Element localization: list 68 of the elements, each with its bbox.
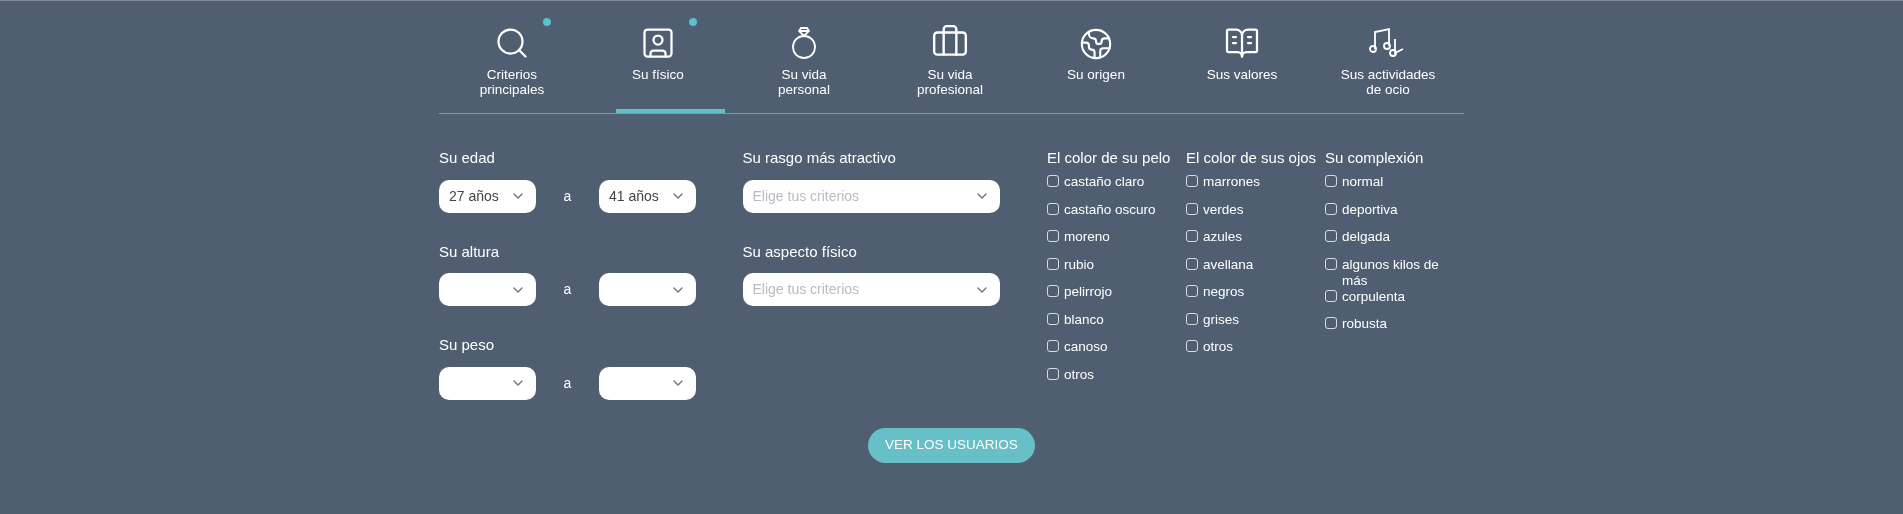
category-tab[interactable]: Su origen: [1023, 1, 1169, 113]
group-title: Su complexión: [1325, 148, 1425, 168]
globe-icon: [1079, 27, 1113, 61]
option-label: castaño claro: [1064, 174, 1146, 190]
field-label: Su edad: [439, 148, 496, 168]
option-label: corpulenta: [1342, 288, 1407, 305]
category-tab[interactable]: Su vida personal: [731, 1, 877, 113]
option-label: otros: [1203, 339, 1234, 355]
option-label: grises: [1203, 311, 1240, 328]
range-separator: a: [562, 186, 573, 206]
portrait-icon: [640, 25, 676, 61]
checkbox[interactable]: [1325, 257, 1337, 270]
option-label: pelirrojo: [1064, 284, 1114, 300]
category-tab[interactable]: Su físico: [585, 1, 731, 113]
checkbox[interactable]: [1047, 312, 1059, 325]
category-tab[interactable]: Su vida profesional: [877, 1, 1023, 113]
checkbox[interactable]: [1325, 175, 1337, 187]
category-tab[interactable]: Criterios principales: [439, 1, 585, 113]
search-icon: [494, 25, 530, 61]
checkbox[interactable]: [1186, 312, 1198, 325]
checkbox[interactable]: [1186, 230, 1198, 242]
dropdown[interactable]: [439, 366, 536, 400]
dropdown[interactable]: [439, 273, 536, 306]
checkbox[interactable]: [1186, 257, 1198, 270]
group-title: El color de sus ojos: [1186, 148, 1318, 168]
option-label: castaño oscuro: [1064, 201, 1157, 218]
option-label: delgada: [1342, 229, 1392, 245]
checkbox[interactable]: [1047, 340, 1059, 352]
checkbox[interactable]: [1325, 202, 1337, 215]
option-label: robusta: [1342, 316, 1389, 332]
range-separator: a: [562, 280, 573, 299]
checkbox[interactable]: [1186, 175, 1198, 187]
group-title: El color de su pelo: [1047, 148, 1172, 168]
checkbox[interactable]: [1186, 340, 1198, 352]
checkbox[interactable]: [1047, 230, 1059, 242]
dropdown[interactable]: 41 años: [599, 179, 696, 213]
option-label: normal: [1342, 174, 1385, 190]
dropdown[interactable]: [599, 366, 696, 400]
option-label: azules: [1203, 229, 1244, 245]
field-label: Su peso: [439, 335, 496, 355]
dropdown[interactable]: 27 años: [439, 179, 536, 213]
category-tab[interactable]: Sus valores: [1169, 1, 1315, 113]
category-tab[interactable]: Sus actividades de ocio: [1315, 1, 1461, 113]
checkbox[interactable]: [1047, 175, 1059, 187]
option-label: blanco: [1064, 311, 1105, 328]
field-label: Su altura: [439, 241, 501, 262]
option-label: canoso: [1064, 339, 1109, 355]
checkbox[interactable]: [1047, 257, 1059, 270]
option-label: negros: [1203, 284, 1246, 300]
option-label: marrones: [1203, 174, 1262, 190]
checkbox[interactable]: [1047, 285, 1059, 297]
option-label: verdes: [1203, 201, 1245, 218]
range-separator: a: [562, 373, 573, 393]
field-label: Su aspecto físico: [742, 241, 858, 262]
checkbox[interactable]: [1186, 202, 1198, 215]
checkbox[interactable]: [1325, 230, 1337, 242]
checkbox[interactable]: [1047, 367, 1059, 380]
checkbox[interactable]: [1047, 202, 1059, 215]
option-label: rubio: [1064, 256, 1096, 273]
option-label: otros: [1064, 366, 1095, 383]
option-label: deportiva: [1342, 201, 1399, 218]
checkbox[interactable]: [1325, 289, 1337, 302]
option-label: avellana: [1203, 256, 1255, 273]
checkbox[interactable]: [1325, 317, 1337, 329]
field-label: Su rasgo más atractivo: [742, 148, 897, 168]
option-label: moreno: [1064, 229, 1111, 245]
checkbox[interactable]: [1186, 285, 1198, 297]
dropdown[interactable]: [599, 273, 696, 306]
